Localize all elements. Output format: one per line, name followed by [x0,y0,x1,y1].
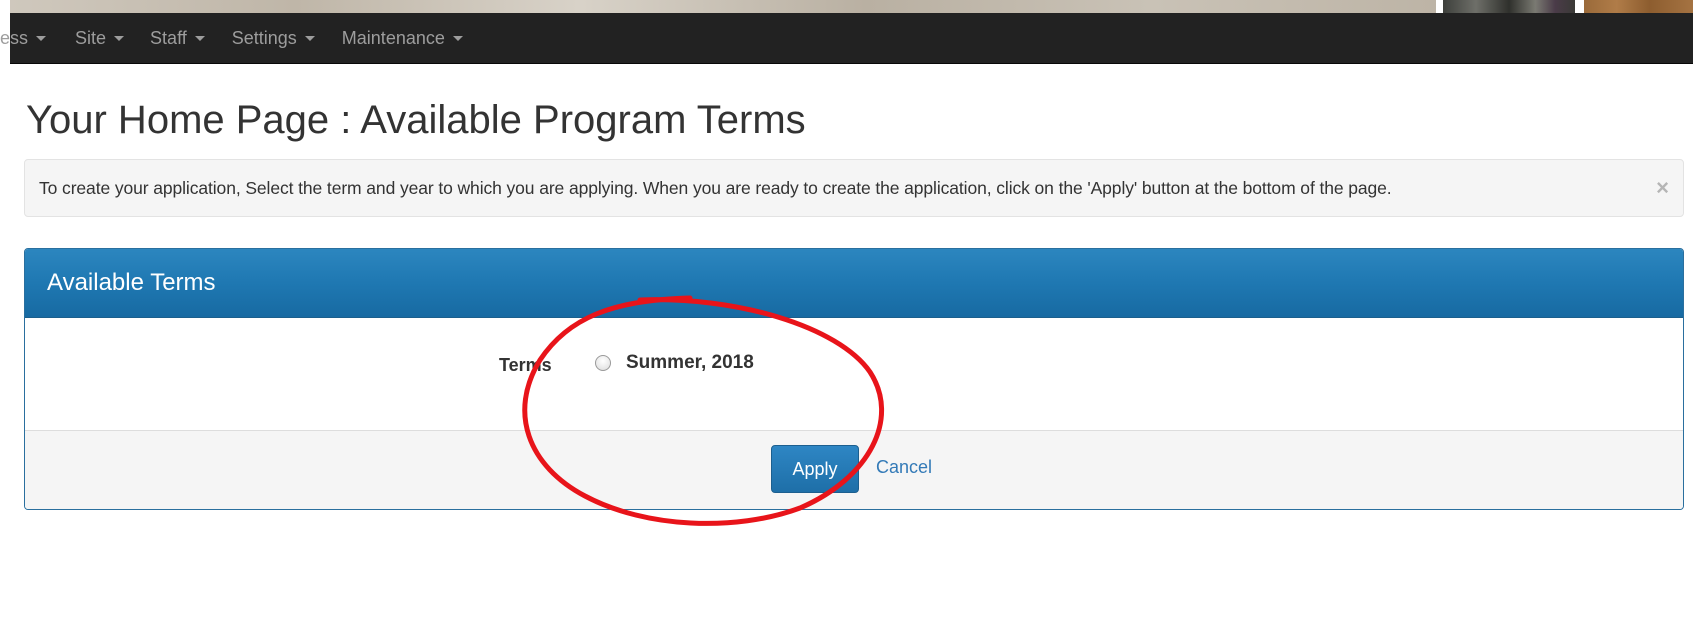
terms-label: Terms [499,355,552,375]
nav-item-label: Maintenance [341,27,445,48]
panel-heading: Available Terms [25,249,1683,318]
nav-item-label: ess [0,27,29,48]
caret-down-icon [194,35,205,41]
term-option-label[interactable]: Summer, 2018 [626,352,754,374]
banner-photo [1584,0,1693,13]
nav-item-staff[interactable]: Staff [150,13,205,63]
top-navbar: ess Site Staff Settings Maintenance [0,13,1693,64]
apply-button[interactable]: Apply [771,445,859,493]
term-option-summer-2018[interactable]: Summer, 2018 [595,352,754,374]
nav-menu: ess Site Staff Settings Maintenance [0,13,463,63]
app-page: ess Site Staff Settings Maintenance Your… [0,0,1693,631]
caret-down-icon [36,35,47,41]
caret-down-icon [452,35,463,41]
close-icon[interactable]: × [1656,176,1669,200]
banner-photo [10,0,1436,13]
caret-down-icon [304,35,315,41]
radio-button[interactable] [595,355,611,371]
nav-item-site[interactable]: Site [75,13,125,63]
caret-down-icon [114,35,125,41]
nav-item-label: Settings [231,27,297,48]
alert-message: To create your application, Select the t… [39,177,1392,198]
header-banner [0,0,1693,13]
nav-item-label: Site [75,27,107,48]
panel-footer: Apply Cancel [25,430,1683,509]
available-terms-panel: Available Terms Terms Summer, 2018 Apply… [24,248,1684,510]
nav-item-maintenance[interactable]: Maintenance [342,13,463,63]
info-alert: To create your application, Select the t… [24,159,1684,217]
nav-item-business[interactable]: ess [0,13,47,63]
panel-body: Terms Summer, 2018 [25,318,1683,430]
panel-title: Available Terms [47,269,216,296]
banner-photo [1443,0,1575,13]
page-title: Your Home Page : Available Program Terms [26,98,806,142]
cancel-link[interactable]: Cancel [876,457,932,478]
nav-item-settings[interactable]: Settings [232,13,315,63]
nav-item-label: Staff [150,27,187,48]
